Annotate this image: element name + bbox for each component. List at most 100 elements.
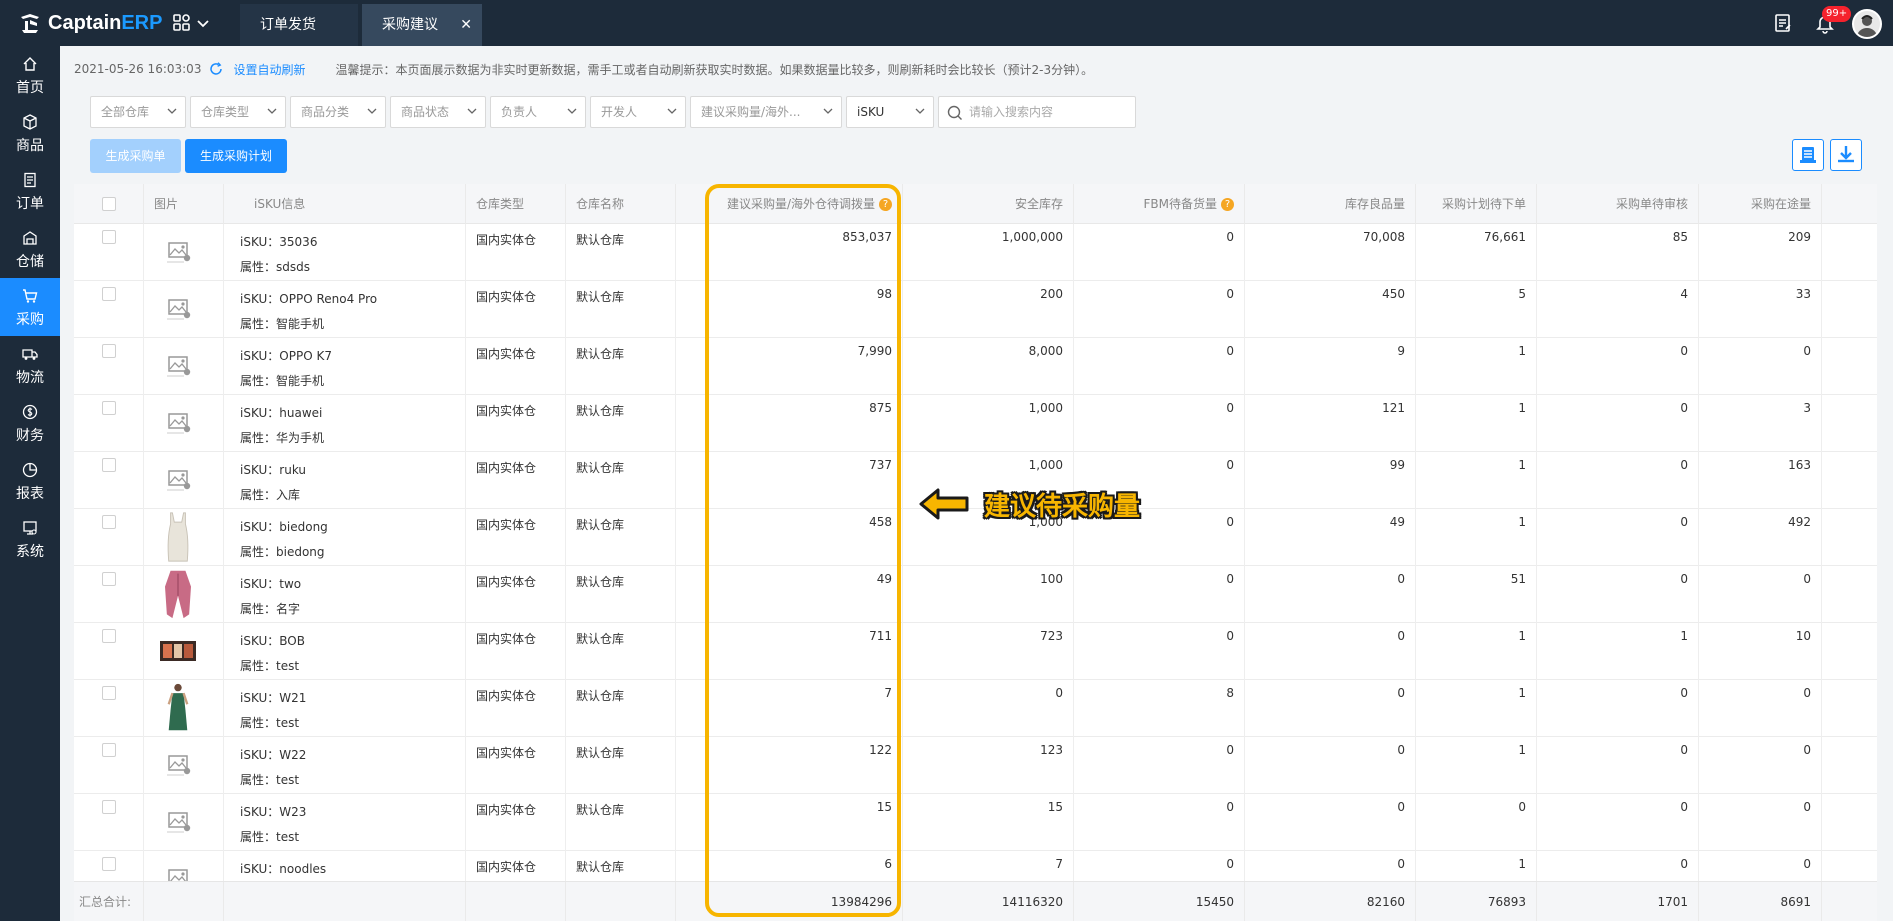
row-checkbox[interactable] <box>102 686 116 700</box>
summary-plan: 76893 <box>1416 882 1537 921</box>
table-row[interactable]: iSKU：ruku 属性：入库 国内实体仓 默认仓库 737 1,000 0 99 1 0 163 <box>74 452 1877 509</box>
sidebar-item-warehouse[interactable]: 仓储 <box>0 220 60 278</box>
table-row[interactable]: iSKU：two 属性：名字 国内实体仓 默认仓库 49 100 0 0 51 0 0 <box>74 566 1877 623</box>
help-icon[interactable]: ? <box>879 198 892 211</box>
row-checkbox[interactable] <box>102 230 116 244</box>
tab-order-shipping[interactable]: 订单发货 <box>240 4 358 46</box>
product-thumbnail[interactable] <box>160 568 196 620</box>
auto-refresh-link[interactable]: 设置自动刷新 <box>233 61 305 78</box>
refresh-icon[interactable] <box>209 62 223 76</box>
sidebar-item-label: 财务 <box>16 428 44 444</box>
wh-type-cell: 国内实体仓 <box>466 680 566 737</box>
search-input[interactable] <box>969 97 1129 127</box>
row-checkbox[interactable] <box>102 458 116 472</box>
product-status-filter[interactable]: 商品状态 <box>390 96 486 128</box>
header-po-pending-review: 采购单待审核 <box>1537 184 1699 224</box>
isku-attribute: 属性：入库 <box>240 488 301 502</box>
suggested-qty-filter[interactable]: 建议采购量/海外... <box>690 96 842 128</box>
sidebar-item-purchase[interactable]: 采购 <box>0 278 60 336</box>
captain-erp-logo[interactable]: CaptainERP <box>18 10 162 36</box>
product-image-cell <box>144 566 224 623</box>
table-row[interactable]: iSKU：W22 属性：test 国内实体仓 默认仓库 122 123 0 0 1 0 0 <box>74 737 1877 794</box>
row-checkbox[interactable] <box>102 572 116 586</box>
row-checkbox[interactable] <box>102 629 116 643</box>
row-checkbox[interactable] <box>102 287 116 301</box>
isku-attribute: 属性：名字 <box>240 602 301 616</box>
table-row[interactable]: iSKU：W21 属性：test 国内实体仓 默认仓库 7 0 8 0 1 0 0 <box>74 680 1877 737</box>
transit-cell: 0 <box>1699 737 1822 794</box>
filter-label: 商品状态 <box>401 105 450 119</box>
developer-filter[interactable]: 开发人 <box>590 96 686 128</box>
print-button[interactable] <box>1792 139 1824 171</box>
table-row[interactable]: iSKU：biedong 属性：biedong 国内实体仓 默认仓库 458 1,000 0… <box>74 509 1877 566</box>
good-cell: 99 <box>1245 452 1416 509</box>
print-icon <box>1800 147 1816 163</box>
app-switcher[interactable] <box>172 12 212 34</box>
sidebar-item-home[interactable]: 首页 <box>0 46 60 104</box>
user-avatar[interactable] <box>1852 9 1882 39</box>
generate-plan-button[interactable]: 生成采购计划 <box>185 139 287 173</box>
product-thumbnail[interactable] <box>160 747 196 783</box>
last-update-timestamp: 2021-05-26 16:03:03 <box>74 62 202 76</box>
isku-attribute: 属性：biedong <box>240 545 325 559</box>
row-checkbox[interactable] <box>102 800 116 814</box>
table-row[interactable]: iSKU：W23 属性：test 国内实体仓 默认仓库 15 15 0 0 0 0 0 <box>74 794 1877 851</box>
isku-value: iSKU：W22 <box>240 748 307 762</box>
sidebar-item-finance[interactable]: 财务 <box>0 394 60 452</box>
isku-info-cell: iSKU：OPPO K7 属性：智能手机 <box>224 338 466 395</box>
safety-cell: 100 <box>903 566 1074 623</box>
table-row[interactable]: iSKU：BOB 属性：test 国内实体仓 默认仓库 711 723 0 0 1 1 10 <box>74 623 1877 680</box>
isku-info-cell: iSKU：biedong 属性：biedong <box>224 509 466 566</box>
sidebar-item-products[interactable]: 商品 <box>0 104 60 162</box>
isku-value: iSKU：OPPO Reno4 Pro <box>240 292 378 306</box>
logo-text-prefix: Captain <box>48 11 122 34</box>
generate-po-button[interactable]: 生成采购单 <box>90 139 181 173</box>
row-select-cell <box>74 452 144 509</box>
close-tab-icon[interactable]: ✕ <box>460 4 472 46</box>
filter-label: 建议采购量/海外... <box>701 105 801 119</box>
row-checkbox[interactable] <box>102 515 116 529</box>
category-filter[interactable]: 商品分类 <box>290 96 386 128</box>
table-row[interactable]: iSKU：OPPO Reno4 Pro 属性：智能手机 国内实体仓 默认仓库 98 200… <box>74 281 1877 338</box>
isku-value: iSKU：BOB <box>240 634 305 648</box>
sidebar-item-reports[interactable]: 报表 <box>0 452 60 510</box>
good-cell: 49 <box>1245 509 1416 566</box>
warehouse-type-filter[interactable]: 仓库类型 <box>190 96 286 128</box>
product-thumbnail[interactable] <box>160 405 196 441</box>
download-button[interactable] <box>1830 139 1862 171</box>
tab-purchase-suggestion[interactable]: 采购建议 ✕ <box>362 4 482 46</box>
isku-info-cell: iSKU：huawei 属性：华为手机 <box>224 395 466 452</box>
row-checkbox[interactable] <box>102 857 116 871</box>
logo-text-suffix: ERP <box>121 11 163 34</box>
product-thumbnail[interactable] <box>160 633 196 669</box>
good-cell: 70,008 <box>1245 224 1416 281</box>
help-icon[interactable]: ? <box>1221 198 1234 211</box>
sidebar-item-system[interactable]: 系统 <box>0 510 60 568</box>
owner-filter[interactable]: 负责人 <box>490 96 586 128</box>
table-row[interactable]: iSKU：OPPO K7 属性：智能手机 国内实体仓 默认仓库 7,990 8,000 0 9… <box>74 338 1877 395</box>
row-checkbox[interactable] <box>102 743 116 757</box>
summary-safety: 14116320 <box>903 882 1074 921</box>
product-thumbnail[interactable] <box>160 348 196 384</box>
safety-cell: 8,000 <box>903 338 1074 395</box>
row-checkbox[interactable] <box>102 401 116 415</box>
product-thumbnail[interactable] <box>160 511 196 563</box>
sidebar-item-logistics[interactable]: 物流 <box>0 336 60 394</box>
product-thumbnail[interactable] <box>160 462 196 498</box>
product-thumbnail[interactable] <box>160 682 196 734</box>
table-row[interactable]: iSKU：35036 属性：sdsds 国内实体仓 默认仓库 853,037 1,000,… <box>74 224 1877 281</box>
product-thumbnail[interactable] <box>160 234 196 270</box>
product-thumbnail[interactable] <box>160 804 196 840</box>
search-field-select[interactable]: iSKU <box>846 96 934 128</box>
sidebar-item-orders[interactable]: 订单 <box>0 162 60 220</box>
task-list-icon[interactable] <box>1772 12 1794 34</box>
row-checkbox[interactable] <box>102 344 116 358</box>
chevron-down-icon <box>823 108 833 114</box>
isku-value: iSKU：W21 <box>240 691 307 705</box>
transit-cell: 209 <box>1699 224 1822 281</box>
warehouse-filter[interactable]: 全部仓库 <box>90 96 186 128</box>
product-thumbnail[interactable] <box>160 291 196 327</box>
select-all-checkbox[interactable] <box>102 197 116 211</box>
table-row[interactable]: iSKU：huawei 属性：华为手机 国内实体仓 默认仓库 875 1,000 0 121 1… <box>74 395 1877 452</box>
tab-label: 采购建议 <box>382 17 438 33</box>
